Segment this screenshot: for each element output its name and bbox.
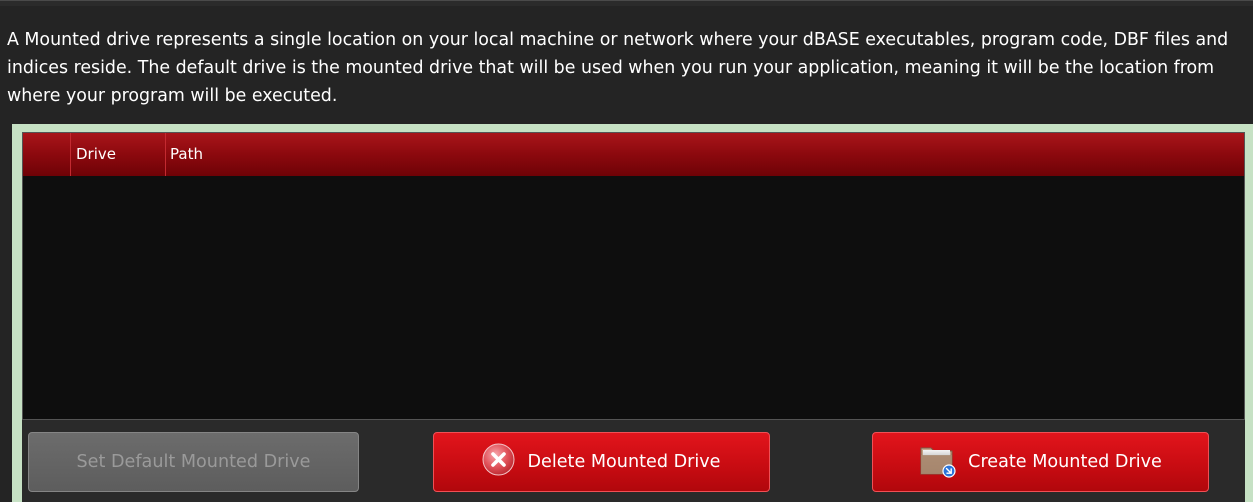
folder-add-icon [919, 442, 956, 483]
create-button-label: Create Mounted Drive [968, 452, 1162, 472]
column-separator[interactable] [70, 133, 71, 176]
mounted-drive-table[interactable]: Drive Path [22, 132, 1245, 420]
delete-mounted-drive-button[interactable]: Delete Mounted Drive [433, 432, 770, 492]
column-header-drive[interactable]: Drive [76, 133, 116, 176]
set-default-button-label: Set Default Mounted Drive [76, 452, 311, 472]
set-default-mounted-drive-button[interactable]: Set Default Mounted Drive [28, 432, 359, 492]
description-text: A Mounted drive represents a single loca… [7, 30, 1229, 106]
x-circle-icon [482, 443, 515, 481]
top-border [0, 0, 1253, 6]
delete-button-label: Delete Mounted Drive [527, 452, 721, 472]
mounted-drive-dialog: A Mounted drive represents a single loca… [0, 0, 1253, 502]
table-header: Drive Path [23, 133, 1244, 176]
column-header-path[interactable]: Path [170, 133, 203, 176]
column-separator[interactable] [165, 133, 166, 176]
create-mounted-drive-button[interactable]: Create Mounted Drive [872, 432, 1209, 492]
